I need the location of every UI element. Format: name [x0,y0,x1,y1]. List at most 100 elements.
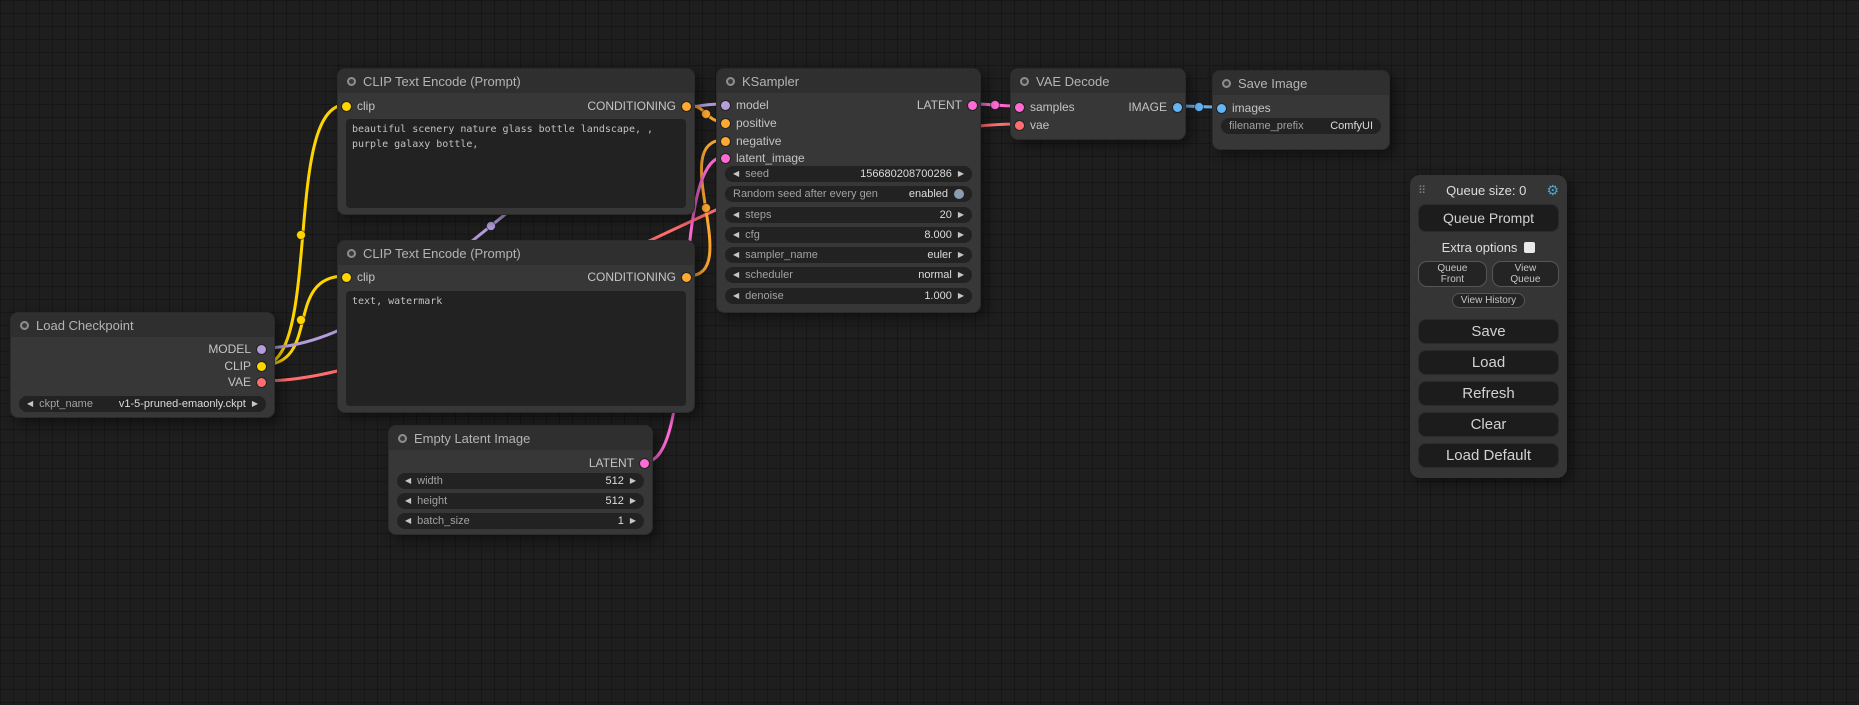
widget-seed[interactable]: ◀ seed 156680208700286 ▶ [725,166,972,182]
node-clip-text-encode-negative[interactable]: CLIP Text Encode (Prompt) clip CONDITION… [337,240,695,413]
node-ksampler[interactable]: KSampler model positive negative latent_… [716,68,981,313]
widget-sampler-name[interactable]: ◀ sampler_name euler ▶ [725,247,972,263]
output-slot-conditioning[interactable]: CONDITIONING [587,98,691,114]
widget-scheduler[interactable]: ◀ scheduler normal ▶ [725,267,972,283]
slot-dot[interactable] [640,459,649,468]
node-empty-latent-image[interactable]: Empty Latent Image LATENT ◀ width 512 ▶ … [388,425,653,535]
increment-arrow-icon[interactable]: ▶ [958,231,964,239]
input-slot-clip[interactable]: clip [342,98,375,114]
increment-arrow-icon[interactable]: ▶ [630,497,636,505]
slot-dot[interactable] [257,362,266,371]
refresh-button[interactable]: Refresh [1418,381,1559,406]
increment-arrow-icon[interactable]: ▶ [958,292,964,300]
input-slot-negative[interactable]: negative [721,133,781,149]
save-button[interactable]: Save [1418,319,1559,344]
increment-arrow-icon[interactable]: ▶ [958,211,964,219]
input-slot-images[interactable]: images [1217,100,1271,116]
decrement-arrow-icon[interactable]: ◀ [733,231,739,239]
output-slot-model[interactable]: MODEL [208,341,266,357]
next-value-arrow-icon[interactable]: ▶ [252,400,258,408]
widget-cfg[interactable]: ◀ cfg 8.000 ▶ [725,227,972,243]
collapse-dot-icon[interactable] [347,249,356,258]
link-midpoint-dot[interactable] [702,110,711,119]
collapse-dot-icon[interactable] [1020,77,1029,86]
node-vae-decode[interactable]: VAE Decode samples vae IMAGE [1010,68,1186,140]
output-slot-vae[interactable]: VAE [228,374,266,390]
slot-dot[interactable] [257,378,266,387]
slot-dot[interactable] [342,273,351,282]
node-title-bar[interactable]: Empty Latent Image [389,426,652,450]
output-slot-conditioning[interactable]: CONDITIONING [587,269,691,285]
link-midpoint-dot[interactable] [1195,103,1204,112]
slot-dot[interactable] [721,137,730,146]
output-slot-latent[interactable]: LATENT [917,97,977,113]
queue-prompt-button[interactable]: Queue Prompt [1418,204,1559,232]
output-slot-latent[interactable]: LATENT [589,455,649,471]
slot-dot[interactable] [721,101,730,110]
input-slot-vae[interactable]: vae [1015,117,1049,133]
input-slot-samples[interactable]: samples [1015,99,1075,115]
slot-dot[interactable] [968,101,977,110]
slot-dot[interactable] [682,102,691,111]
collapse-dot-icon[interactable] [347,77,356,86]
link-midpoint-dot[interactable] [991,101,1000,110]
slot-dot[interactable] [1217,104,1226,113]
input-slot-positive[interactable]: positive [721,115,777,131]
decrement-arrow-icon[interactable]: ◀ [405,497,411,505]
collapse-dot-icon[interactable] [726,77,735,86]
prev-value-arrow-icon[interactable]: ◀ [733,251,739,259]
slot-dot[interactable] [1015,103,1024,112]
decrement-arrow-icon[interactable]: ◀ [405,517,411,525]
queue-front-button[interactable]: Queue Front [1418,261,1487,287]
input-slot-model[interactable]: model [721,97,769,113]
widget-height[interactable]: ◀ height 512 ▶ [397,493,644,509]
load-default-button[interactable]: Load Default [1418,443,1559,468]
prev-value-arrow-icon[interactable]: ◀ [27,400,33,408]
collapse-dot-icon[interactable] [1222,79,1231,88]
node-title-bar[interactable]: CLIP Text Encode (Prompt) [338,241,694,265]
node-clip-text-encode-positive[interactable]: CLIP Text Encode (Prompt) clip CONDITION… [337,68,695,215]
widget-ckpt-name[interactable]: ◀ ckpt_name v1-5-pruned-emaonly.ckpt ▶ [19,396,266,412]
input-slot-latent-image[interactable]: latent_image [721,150,805,166]
widget-width[interactable]: ◀ width 512 ▶ [397,473,644,489]
output-slot-image[interactable]: IMAGE [1128,99,1182,115]
positive-prompt-textarea[interactable]: beautiful scenery nature glass bottle la… [346,119,686,208]
node-title-bar[interactable]: CLIP Text Encode (Prompt) [338,69,694,93]
decrement-arrow-icon[interactable]: ◀ [733,211,739,219]
extra-options-checkbox[interactable] [1524,242,1535,253]
next-value-arrow-icon[interactable]: ▶ [958,271,964,279]
next-value-arrow-icon[interactable]: ▶ [958,251,964,259]
load-button[interactable]: Load [1418,350,1559,375]
decrement-arrow-icon[interactable]: ◀ [733,170,739,178]
collapse-dot-icon[interactable] [20,321,29,330]
slot-dot[interactable] [682,273,691,282]
prev-value-arrow-icon[interactable]: ◀ [733,271,739,279]
increment-arrow-icon[interactable]: ▶ [958,170,964,178]
slot-dot[interactable] [1015,121,1024,130]
view-history-button[interactable]: View History [1452,293,1525,308]
slot-dot[interactable] [721,154,730,163]
node-title-bar[interactable]: KSampler [717,69,980,93]
negative-prompt-textarea[interactable]: text, watermark [346,291,686,406]
widget-random-seed-toggle[interactable]: Random seed after every gen enabled [725,186,972,202]
node-save-image[interactable]: Save Image images filename_prefix ComfyU… [1212,70,1390,150]
node-title-bar[interactable]: VAE Decode [1011,69,1185,93]
node-load-checkpoint[interactable]: Load Checkpoint MODEL CLIP VAE ◀ ckpt_na… [10,312,275,418]
link-midpoint-dot[interactable] [297,316,306,325]
view-queue-button[interactable]: View Queue [1492,261,1559,287]
collapse-dot-icon[interactable] [398,434,407,443]
widget-filename-prefix[interactable]: filename_prefix ComfyUI [1221,118,1381,134]
output-slot-clip[interactable]: CLIP [224,358,266,374]
slot-dot[interactable] [342,102,351,111]
toggle-knob-icon[interactable] [954,189,964,199]
slot-dot[interactable] [721,119,730,128]
settings-gear-icon[interactable]: ⚙ [1546,183,1559,197]
decrement-arrow-icon[interactable]: ◀ [733,292,739,300]
link-midpoint-dot[interactable] [487,222,496,231]
slot-dot[interactable] [257,345,266,354]
increment-arrow-icon[interactable]: ▶ [630,477,636,485]
widget-denoise[interactable]: ◀ denoise 1.000 ▶ [725,288,972,304]
link-midpoint-dot[interactable] [297,231,306,240]
clear-button[interactable]: Clear [1418,412,1559,437]
widget-steps[interactable]: ◀ steps 20 ▶ [725,207,972,223]
